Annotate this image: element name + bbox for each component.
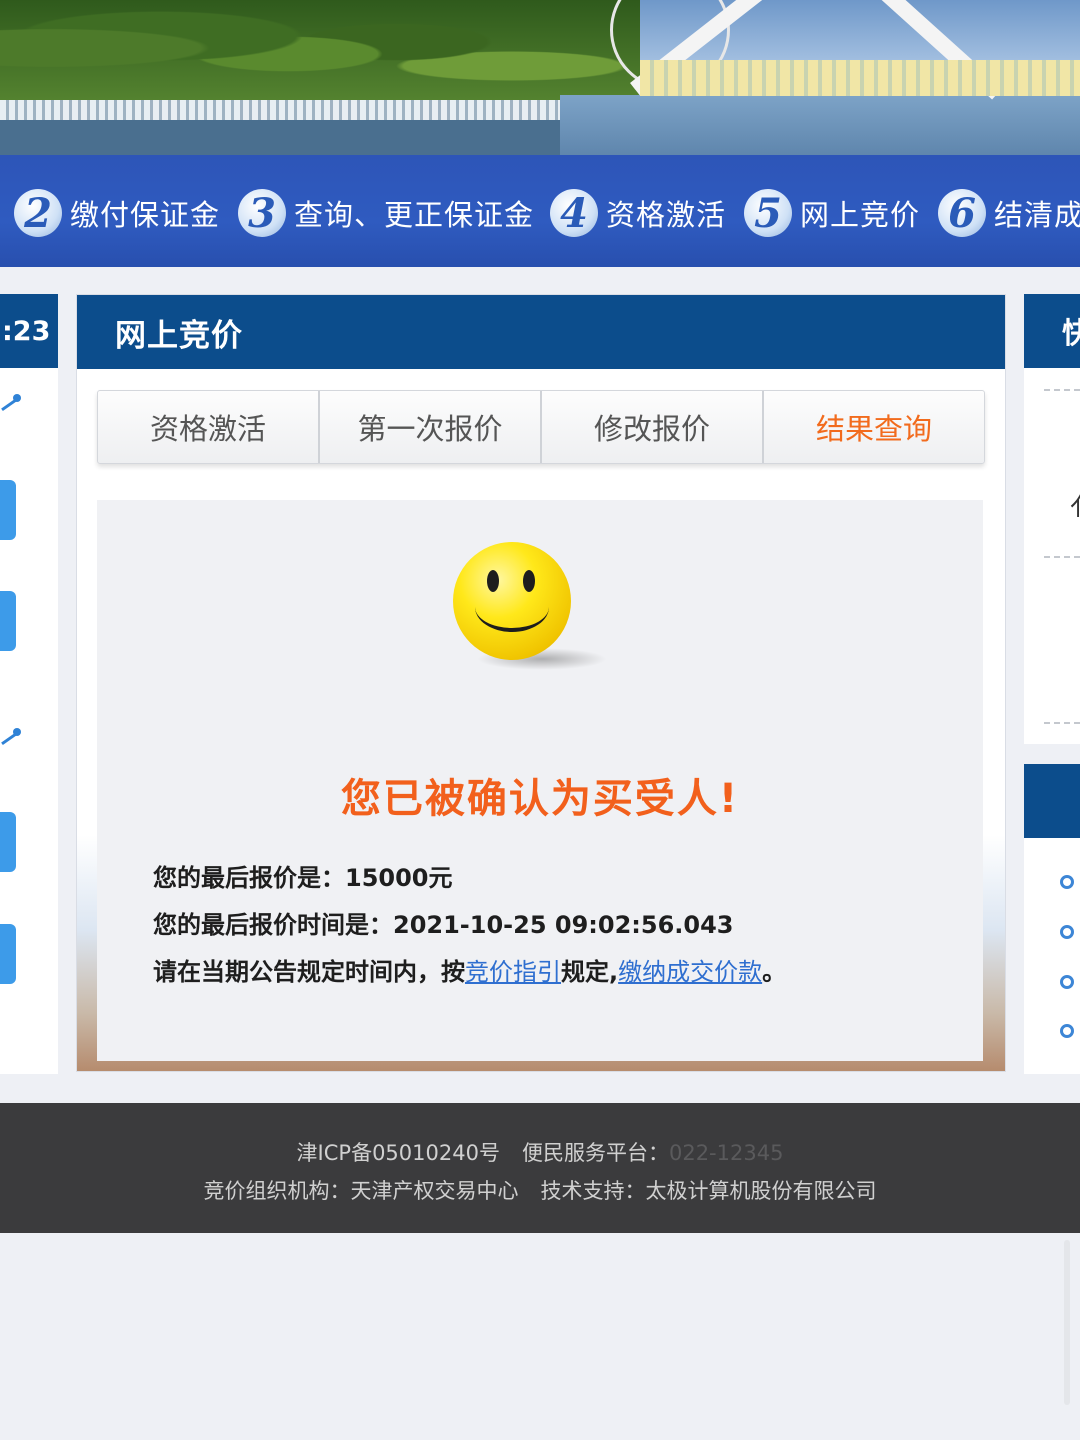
banner-railing	[0, 100, 640, 122]
final-bid-time-line: 您的最后报价时间是：2021-10-25 09:02:56.043	[153, 905, 733, 940]
process-step-3[interactable]: 3 查询、更正保证金	[238, 183, 534, 243]
timeline-dot	[13, 728, 21, 736]
tab-first-bid[interactable]: 第一次报价	[320, 391, 542, 463]
left-action-button[interactable]	[0, 591, 16, 651]
step-label: 结清成	[994, 198, 1080, 232]
tech-support-info: 技术支持：太极计算机股份有限公司	[540, 1179, 877, 1203]
step-label: 资格激活	[606, 198, 727, 232]
payment-notice-line: 请在当期公告规定时间内，按竞价指引规定,缴纳成交价款。	[153, 952, 786, 987]
icp-record[interactable]: 津ICP备05010240号	[297, 1141, 500, 1165]
panel-title: 网上竞价	[77, 295, 1005, 369]
notice-text-prefix: 请在当期公告规定时间内，按	[153, 958, 465, 986]
notice-text-middle: 规定,	[561, 958, 619, 986]
service-platform-label: 便民服务平台：	[521, 1141, 669, 1165]
result-content-box: 您已被确认为买受人! 您的最后报价是：15000元 您的最后报价时间是：2021…	[97, 500, 983, 1061]
final-price-line: 您的最后报价是：15000元	[153, 858, 453, 893]
list-bullet-icon	[1060, 975, 1074, 989]
list-bullet-icon	[1060, 1024, 1074, 1038]
pay-transaction-price-link[interactable]: 缴纳成交价款	[618, 958, 762, 986]
footer-row-2: 竞价组织机构：天津产权交易中心 技术支持：太极计算机股份有限公司	[0, 1175, 1080, 1205]
step-number-badge: 4	[550, 189, 598, 237]
bidding-guide-link[interactable]: 竞价指引	[465, 958, 561, 986]
service-phone: 022-12345	[668, 1141, 784, 1165]
smiley-face-icon	[453, 542, 571, 660]
final-bid-time-label: 您的最后报价时间是：	[153, 911, 393, 939]
process-step-5[interactable]: 5 网上竞价	[744, 183, 920, 243]
panel-gap	[1024, 744, 1080, 764]
left-sidebar-panel: :23	[0, 294, 58, 1074]
page-footer: 津ICP备05010240号 便民服务平台：022-12345 竞价组织机构：天津…	[0, 1103, 1080, 1233]
left-action-button[interactable]	[0, 812, 16, 872]
right-panel-title-fragment: 快	[1062, 316, 1080, 350]
list-bullet-icon	[1060, 925, 1074, 939]
process-step-4[interactable]: 4 资格激活	[550, 183, 726, 243]
final-price-value: 15000元	[345, 864, 453, 892]
organizer-info: 竞价组织机构：天津产权交易中心	[203, 1179, 519, 1203]
left-action-button[interactable]	[0, 924, 16, 984]
banner-embankment	[0, 120, 640, 155]
right-panel-header: 快	[1024, 294, 1080, 368]
step-number-badge: 6	[938, 189, 986, 237]
top-banner-image	[0, 0, 1080, 155]
step-label: 查询、更正保证金	[294, 198, 535, 232]
step-label: 网上竞价	[800, 198, 921, 232]
footer-row-1: 津ICP备05010240号 便民服务平台：022-12345	[0, 1137, 1080, 1167]
scrollbar[interactable]	[1064, 1240, 1070, 1405]
tab-result-query[interactable]: 结果查询	[764, 391, 984, 463]
online-bidding-panel: 网上竞价 资格激活 第一次报价 修改报价 结果查询 您已被确认为买受人! 您的最…	[76, 294, 1006, 1072]
list-bullet-icon	[1060, 875, 1074, 889]
banner-river	[560, 95, 1080, 155]
step-number-badge: 5	[744, 189, 792, 237]
bidding-tabs: 资格激活 第一次报价 修改报价 结果查询	[97, 390, 985, 464]
left-action-button[interactable]	[0, 480, 16, 540]
right-panel-second-header	[1024, 764, 1080, 838]
final-price-label: 您的最后报价是：	[153, 864, 345, 892]
tab-qualification-activation[interactable]: 资格激活	[98, 391, 320, 463]
process-steps-nav: 2 缴付保证金 3 查询、更正保证金 4 资格激活 5 网上竞价 6 结清成	[0, 155, 1080, 267]
final-bid-time-value: 2021-10-25 09:02:56.043	[393, 911, 734, 939]
left-panel-header: :23	[0, 294, 58, 368]
notice-text-suffix: 。	[762, 958, 787, 986]
divider	[1044, 556, 1080, 558]
winning-bidder-headline: 您已被确认为买受人!	[340, 776, 740, 822]
right-sidebar-panel: 快 亻	[1024, 294, 1080, 1074]
divider	[1044, 389, 1080, 391]
step-number-badge: 3	[238, 189, 286, 237]
step-label: 缴付保证金	[70, 198, 221, 232]
timeline-dot	[13, 394, 21, 402]
countdown-clock-fragment: :23	[2, 315, 51, 347]
tab-modify-bid[interactable]: 修改报价	[542, 391, 764, 463]
banner-bridge	[640, 60, 1080, 96]
process-step-2[interactable]: 2 缴付保证金	[14, 183, 220, 243]
right-panel-text-fragment: 亻	[1070, 486, 1080, 523]
divider	[1044, 722, 1080, 724]
step-number-badge: 2	[14, 189, 62, 237]
process-step-6[interactable]: 6 结清成	[938, 183, 1080, 243]
